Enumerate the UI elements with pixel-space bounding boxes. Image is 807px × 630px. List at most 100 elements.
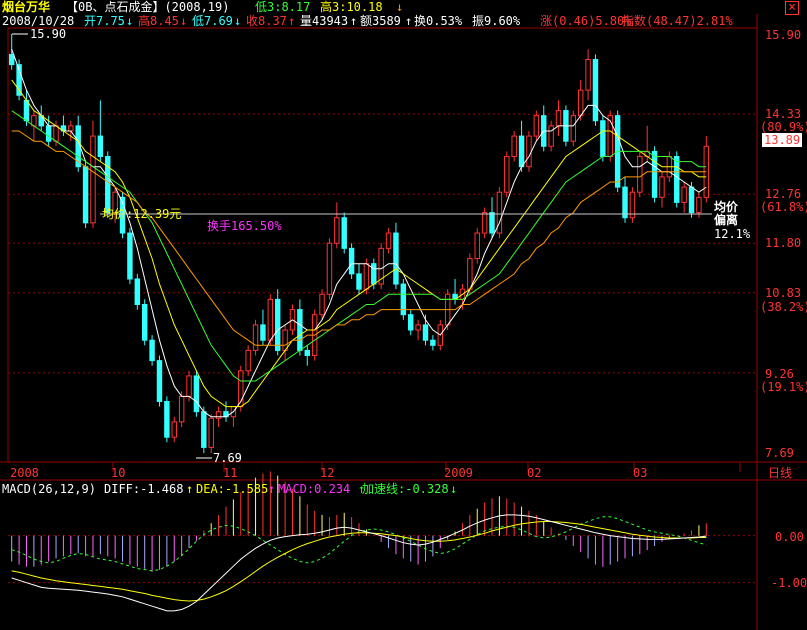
- candle-body: [334, 217, 340, 244]
- arrow-up-icon: ↑: [350, 14, 358, 28]
- candle-body: [533, 115, 540, 137]
- candle-body: [134, 278, 141, 305]
- chart-canvas[interactable]: [0, 0, 807, 630]
- macd-axis-label: 0.00: [775, 530, 804, 544]
- candle-body: [674, 155, 680, 203]
- candle-body: [511, 135, 517, 157]
- macd-axis-label: -1.00: [771, 576, 807, 590]
- candle-body: [141, 303, 148, 341]
- period-button[interactable]: 日线: [768, 466, 792, 480]
- low-marker: 7.69: [213, 451, 242, 465]
- ma-line: [11, 49, 707, 418]
- avg-label: 均价: [714, 200, 739, 214]
- quote-amplitude: 振9.60%: [472, 14, 521, 28]
- candle-body: [422, 324, 429, 341]
- candle-body: [467, 258, 473, 290]
- candle-body: [548, 125, 554, 147]
- price-label: 11.80: [765, 236, 802, 250]
- candle-body: [97, 135, 104, 157]
- arrow-down-icon: ↓: [450, 482, 458, 496]
- candle-body: [385, 232, 392, 249]
- candle-body: [526, 135, 532, 168]
- candle-body: [156, 360, 163, 402]
- candle-body: [178, 395, 185, 423]
- macd-dea: DEA:-1.585: [196, 482, 269, 496]
- candle-body: [688, 186, 695, 214]
- candle-body: [23, 99, 30, 122]
- title-bar: 烟台万华 【0B、点石成金】(2008,19) 低3:8.17 高3:10.18…: [0, 0, 807, 15]
- candle-body: [326, 242, 333, 295]
- arrow-up-icon: ↑: [186, 482, 194, 496]
- candle-body: [252, 324, 259, 351]
- ma-line: [11, 130, 707, 346]
- arrow-down-icon: ↓: [396, 0, 404, 14]
- price-label: 9.26: [765, 367, 794, 381]
- price-label: 15.90: [765, 28, 802, 42]
- quote-open: 开7.75: [84, 14, 125, 28]
- candle-body: [371, 263, 377, 285]
- price-frame: [7, 27, 758, 463]
- candle-body: [504, 155, 510, 193]
- candle-body: [282, 329, 288, 351]
- quote-index: 指数(48.47)2.81%: [622, 14, 733, 28]
- candle-body: [105, 155, 111, 214]
- candle-body: [555, 110, 562, 127]
- candle-body: [489, 212, 495, 234]
- deviation-value: 12.1%: [714, 227, 751, 241]
- candle-body: [393, 232, 399, 285]
- quote-turnover: 换0.53%: [414, 14, 463, 28]
- candle-body: [348, 247, 355, 275]
- arrow-up-icon: ↑: [288, 14, 296, 28]
- candle-body: [600, 120, 606, 157]
- candle-body: [245, 349, 251, 372]
- macd-diff: DIFF:-1.468: [104, 482, 184, 496]
- candle-body: [215, 411, 222, 419]
- candle-body: [659, 176, 665, 198]
- time-label: 2009: [444, 466, 473, 480]
- candle-body: [474, 232, 480, 260]
- candle-body: [696, 196, 702, 214]
- candle-body: [592, 59, 599, 122]
- fib-label: (80.9%): [760, 120, 807, 134]
- candle-body: [622, 186, 628, 219]
- time-label: 11: [223, 466, 238, 480]
- candle-body: [149, 339, 155, 362]
- quote-amount: 额3589: [360, 14, 401, 28]
- candle-body: [570, 115, 577, 142]
- price-label: 10.83: [765, 286, 802, 300]
- arrow-up-icon: ↑: [268, 482, 276, 496]
- candle-body: [415, 324, 421, 331]
- time-label: 2008: [10, 466, 39, 480]
- candle-body: [68, 125, 74, 132]
- candle-body: [681, 186, 687, 203]
- candle-body: [341, 217, 347, 249]
- close-icon[interactable]: ×: [785, 1, 799, 15]
- candle-body: [53, 125, 59, 142]
- candle-body: [274, 298, 281, 351]
- high-marker: 15.90: [30, 27, 67, 41]
- candle-body: [45, 125, 52, 142]
- quote-info-bar: 2008/10/28 开7.75 ↓ 高8.45 ↓ 低7.69 ↓ 收8.37…: [0, 14, 807, 28]
- candle-body: [356, 273, 362, 290]
- quote-change: 涨(0.46)5.80%: [540, 14, 632, 28]
- candle-body: [208, 417, 214, 448]
- candle-body: [8, 53, 15, 66]
- macd-header: MACD(26,12,9) DIFF:-1.468 ↑ DEA:-1.585 ↑…: [0, 482, 807, 496]
- avg-price-text: 均价:12.39元: [102, 207, 182, 221]
- macd-title[interactable]: MACD(26,12,9): [2, 482, 96, 496]
- fib-label: (38.2%): [760, 300, 807, 314]
- arrow-down-icon: ↓: [126, 14, 134, 28]
- candle-body: [297, 309, 303, 351]
- candle-body: [577, 89, 584, 117]
- quote-low: 低7.69: [192, 14, 233, 28]
- high3-value: 高3:10.18: [320, 0, 383, 14]
- indicator-tag[interactable]: 【0B、点石成金】(2008,19): [66, 0, 229, 14]
- macd-accel: 加速线:-0.328: [362, 482, 449, 496]
- candle-body: [585, 59, 591, 91]
- arrow-up-icon: ↑: [405, 14, 413, 28]
- candle-body: [171, 421, 177, 438]
- quote-high: 高8.45: [138, 14, 179, 28]
- price-label: 12.76: [765, 187, 802, 201]
- price-label: 7.69: [765, 446, 794, 460]
- candle-body: [186, 375, 192, 397]
